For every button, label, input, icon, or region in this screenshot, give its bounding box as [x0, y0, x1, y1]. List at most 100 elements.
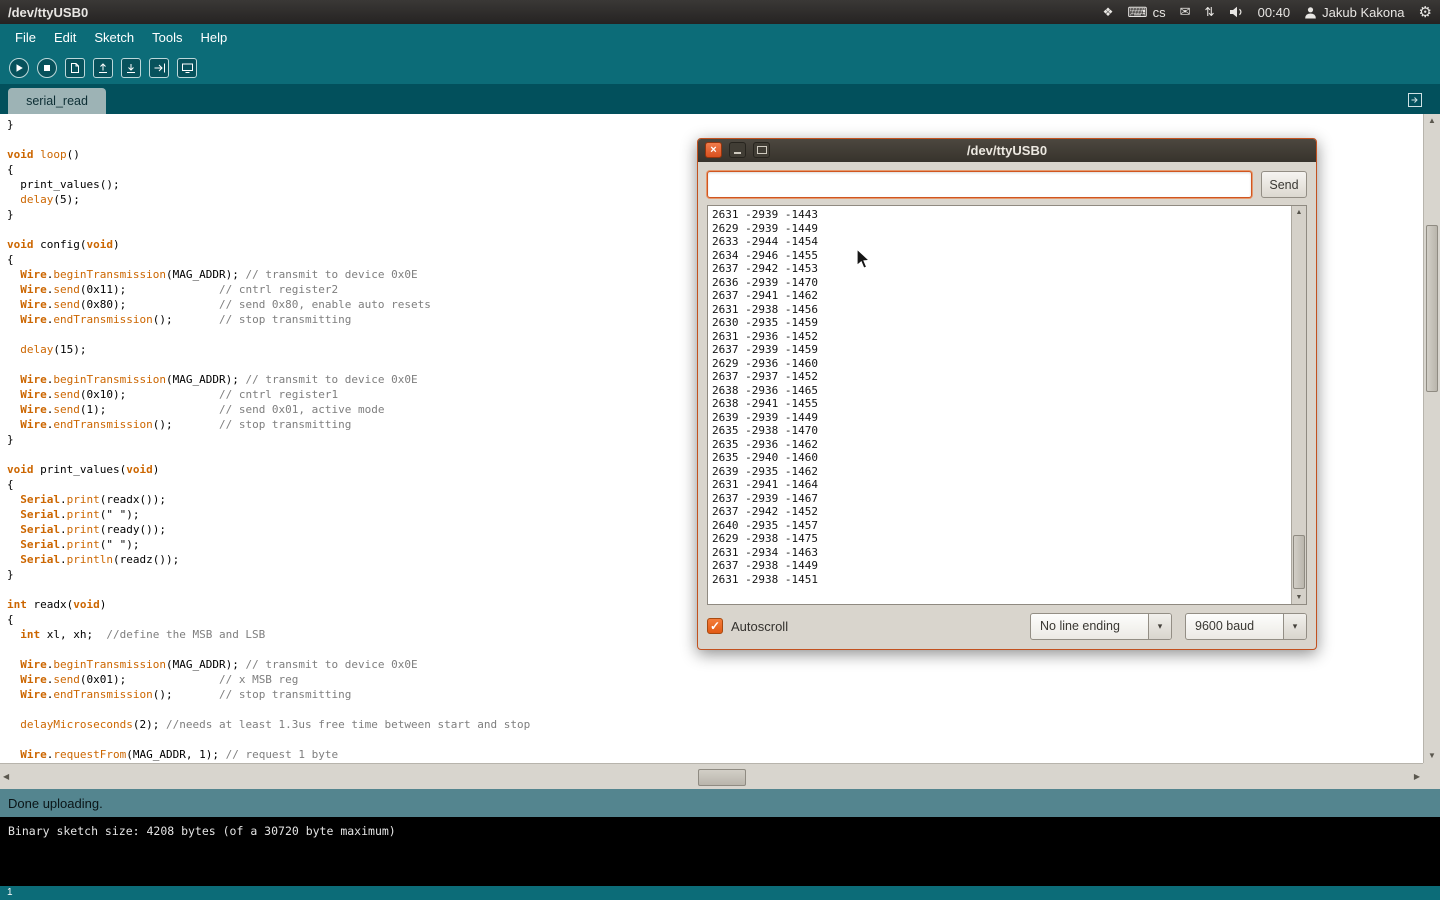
scroll-left-icon[interactable]: ◀	[3, 770, 9, 784]
console-output: Binary sketch size: 4208 bytes (of a 307…	[0, 817, 1440, 886]
volume-icon	[1229, 6, 1244, 18]
menu-sketch[interactable]: Sketch	[85, 24, 143, 51]
open-icon	[97, 62, 109, 74]
serial-line: 2636 -2939 -1470	[712, 276, 1306, 290]
chevron-down-icon[interactable]: ▾	[1148, 614, 1171, 639]
code-line: Wire.send(0x01); // x MSB reg	[7, 672, 1423, 687]
code-line	[7, 732, 1423, 747]
tab-label: serial_read	[26, 94, 88, 108]
open-button[interactable]	[93, 58, 113, 78]
network-indicator[interactable]: ⇅	[1205, 5, 1215, 19]
panel-indicators: ❖ ⌨cs ✉ ⇅ 00:40 Jakub Kakona ⚙	[1103, 3, 1432, 21]
serial-output-area[interactable]: 2631 -2939 -14432629 -2939 -14492633 -29…	[707, 205, 1307, 605]
verify-button[interactable]	[9, 58, 29, 78]
serial-monitor-title: /dev/ttyUSB0	[967, 143, 1047, 158]
send-button[interactable]: Send	[1261, 171, 1307, 198]
code-line: Wire.endTransmission(); // stop transmit…	[7, 687, 1423, 702]
chevron-down-icon[interactable]: ▾	[1283, 614, 1306, 639]
upload-button[interactable]	[149, 58, 169, 78]
status-bar: Done uploading.	[0, 789, 1440, 817]
scroll-up-icon[interactable]: ▲	[1292, 206, 1306, 219]
user-icon	[1304, 6, 1317, 19]
indicator-applet[interactable]: ❖	[1103, 5, 1114, 19]
new-sketch-icon	[69, 62, 81, 74]
serial-input-row: Send	[707, 171, 1307, 198]
scroll-up-icon[interactable]: ▲	[1424, 114, 1440, 128]
serial-line: 2631 -2941 -1464	[712, 478, 1306, 492]
tab-bar: serial_read	[0, 84, 1440, 114]
editor-horizontal-scrollbar[interactable]: ◀ ▶	[0, 763, 1423, 789]
scroll-down-icon[interactable]: ▼	[1424, 749, 1440, 763]
serial-line: 2639 -2939 -1449	[712, 411, 1306, 425]
serial-line: 2633 -2944 -1454	[712, 235, 1306, 249]
play-icon	[14, 63, 24, 73]
serial-monitor-icon	[181, 62, 194, 74]
serial-line: 2630 -2935 -1459	[712, 316, 1306, 330]
maximize-button[interactable]	[753, 142, 770, 158]
scrollbar-thumb[interactable]	[698, 769, 746, 786]
close-button[interactable]: ×	[705, 142, 722, 158]
serial-line: 2635 -2938 -1470	[712, 424, 1306, 438]
tab-serial-read[interactable]: serial_read	[8, 88, 106, 114]
code-line: Wire.requestFrom(MAG_ADDR, 1); // reques…	[7, 747, 1423, 762]
applet-icon: ❖	[1103, 5, 1114, 19]
maximize-icon	[757, 146, 767, 154]
code-line: Wire.beginTransmission(MAG_ADDR); // tra…	[7, 657, 1423, 672]
menu-help[interactable]: Help	[191, 24, 236, 51]
serial-line: 2637 -2942 -1452	[712, 505, 1306, 519]
status-text: Done uploading.	[8, 796, 103, 811]
line-ending-select[interactable]: No line ending ▾	[1030, 613, 1172, 640]
clock-indicator-label: 00:40	[1258, 5, 1291, 20]
serial-line: 2637 -2939 -1467	[712, 492, 1306, 506]
serial-monitor-controls: Autoscroll No line ending ▾ 9600 baud ▾	[707, 612, 1307, 640]
serial-monitor-body: Send 2631 -2939 -14432629 -2939 -1449263…	[698, 162, 1316, 649]
user-menu-label: Jakub Kakona	[1322, 5, 1404, 20]
user-menu[interactable]: Jakub Kakona	[1304, 5, 1404, 20]
clock-indicator[interactable]: 00:40	[1258, 5, 1291, 20]
menu-file[interactable]: File	[6, 24, 45, 51]
menu-edit[interactable]: Edit	[45, 24, 85, 51]
serial-monitor-titlebar[interactable]: × /dev/ttyUSB0	[698, 139, 1316, 162]
serial-line: 2631 -2934 -1463	[712, 546, 1306, 560]
autoscroll-checkbox[interactable]	[707, 618, 723, 634]
serial-input[interactable]	[707, 171, 1252, 198]
line-indicator-bar: 1	[0, 886, 1440, 900]
mail-indicator[interactable]: ✉	[1180, 4, 1191, 20]
save-button[interactable]	[121, 58, 141, 78]
session-menu[interactable]: ⚙	[1419, 3, 1432, 21]
scroll-right-icon[interactable]: ▶	[1414, 770, 1420, 784]
scroll-down-icon[interactable]: ▼	[1292, 591, 1306, 604]
tab-menu-button[interactable]	[1406, 91, 1424, 109]
serial-line: 2637 -2938 -1449	[712, 559, 1306, 573]
serial-line: 2637 -2937 -1452	[712, 370, 1306, 384]
baud-select[interactable]: 9600 baud ▾	[1185, 613, 1307, 640]
serial-line: 2634 -2946 -1455	[712, 249, 1306, 263]
minimize-button[interactable]	[729, 142, 746, 158]
volume-indicator[interactable]	[1229, 6, 1244, 18]
serial-line: 2638 -2941 -1455	[712, 397, 1306, 411]
serial-line: 2629 -2939 -1449	[712, 222, 1306, 236]
serial-line: 2631 -2939 -1443	[712, 208, 1306, 222]
editor-vertical-scrollbar[interactable]: ▲ ▼	[1423, 114, 1440, 763]
serial-line: 2631 -2938 -1451	[712, 573, 1306, 587]
line-number: 1	[7, 887, 13, 898]
scrollbar-thumb[interactable]	[1426, 225, 1438, 392]
serial-line: 2635 -2940 -1460	[712, 451, 1306, 465]
serial-line: 2629 -2938 -1475	[712, 532, 1306, 546]
serial-line: 2635 -2936 -1462	[712, 438, 1306, 452]
code-line	[7, 702, 1423, 717]
keyboard-indicator[interactable]: ⌨cs	[1127, 4, 1165, 21]
menu-bar: FileEditSketchToolsHelp	[0, 24, 1440, 51]
stop-icon	[42, 63, 52, 73]
mouse-cursor	[856, 248, 872, 271]
serial-scrollbar[interactable]: ▲ ▼	[1291, 206, 1306, 604]
active-window-title: /dev/ttyUSB0	[8, 5, 88, 20]
serial-monitor-button[interactable]	[177, 58, 197, 78]
line-ending-value: No line ending	[1031, 614, 1148, 639]
new-button[interactable]	[65, 58, 85, 78]
stop-button[interactable]	[37, 58, 57, 78]
serial-monitor-window: × /dev/ttyUSB0 Send 2631 -2939 -14432629…	[697, 138, 1317, 650]
scrollbar-thumb[interactable]	[1293, 535, 1305, 589]
system-top-panel: /dev/ttyUSB0 ❖ ⌨cs ✉ ⇅ 00:40 Jakub Kakona ⚙	[0, 0, 1440, 24]
menu-tools[interactable]: Tools	[143, 24, 191, 51]
